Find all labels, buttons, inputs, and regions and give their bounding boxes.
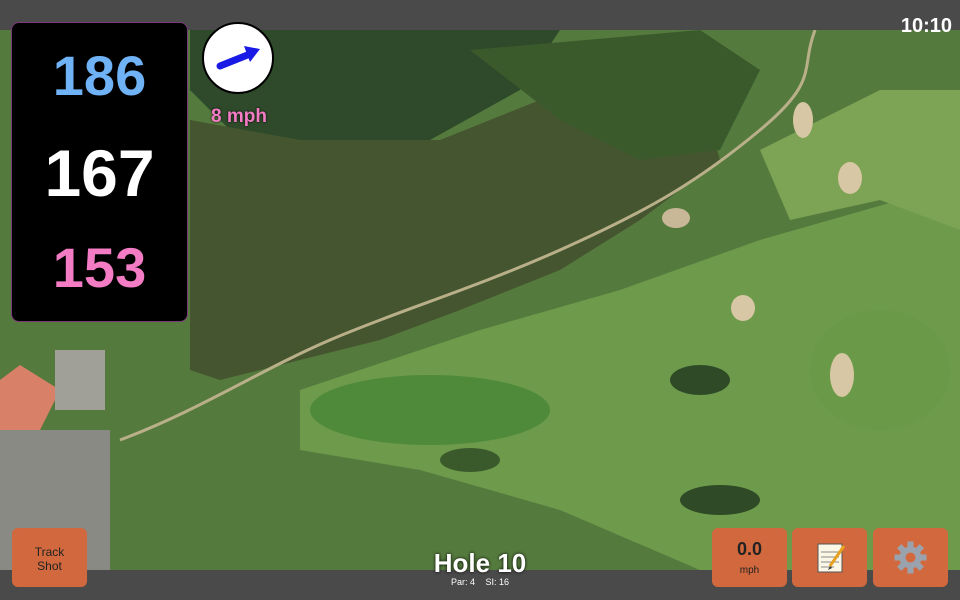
track-shot-label: Track Shot	[34, 545, 65, 573]
gear-icon	[894, 541, 927, 574]
distance-middle: 167	[44, 136, 155, 210]
wind-button[interactable]: 0.0 mph	[712, 528, 787, 587]
distance-front: 153	[52, 236, 147, 299]
distance-back: 186	[52, 44, 147, 107]
hole-info: Par: 4 SI: 16	[380, 577, 580, 587]
notepad-icon	[817, 543, 846, 573]
hole-title: Hole 10	[433, 548, 527, 578]
hole-par: Par: 4	[450, 577, 475, 587]
wind-indicator	[202, 22, 274, 94]
wind-button-unit: mph	[739, 565, 760, 576]
notes-button[interactable]	[792, 528, 867, 587]
track-shot-button[interactable]: Track Shot	[12, 528, 87, 587]
wind-arrow-icon	[216, 46, 260, 70]
hole-stroke-index: SI: 16	[485, 577, 510, 587]
distance-panel: 186 167 153	[11, 22, 188, 322]
settings-button[interactable]	[873, 528, 948, 587]
status-clock: 10:10	[900, 15, 952, 37]
wind-speed-label: 8 mph	[211, 106, 267, 127]
wind-button-value: 0.0	[736, 539, 763, 559]
